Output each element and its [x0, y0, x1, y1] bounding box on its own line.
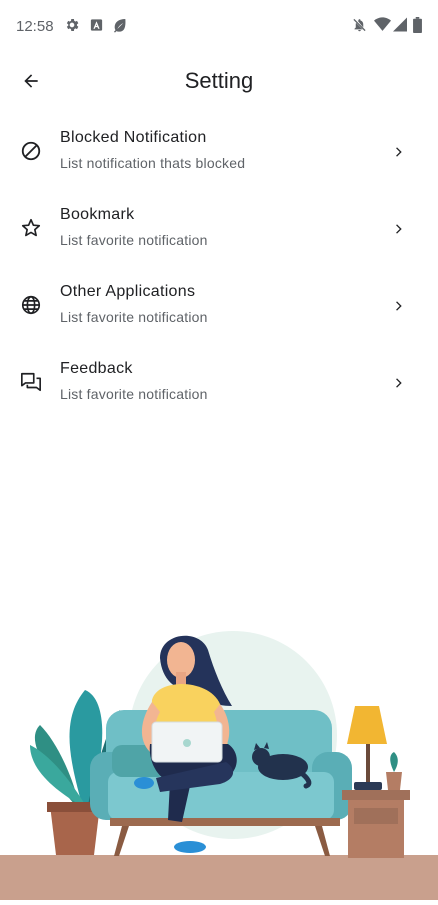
battery-icon: [413, 17, 422, 38]
signal-icon: [393, 17, 407, 37]
bell-off-icon: [352, 17, 367, 38]
gear-icon: [64, 17, 80, 38]
setting-bookmark[interactable]: Bookmark List favorite notification: [0, 195, 438, 272]
item-subtitle: List favorite notification: [60, 386, 208, 402]
item-subtitle: List favorite notification: [60, 232, 208, 248]
leaf-icon: [112, 17, 128, 38]
settings-list: Blocked Notification List notification t…: [0, 118, 438, 426]
item-title: Other Applications: [60, 283, 196, 300]
status-time: 12:58: [16, 18, 54, 35]
illustration: [0, 600, 438, 900]
app-bar: Setting: [0, 54, 438, 110]
wifi-icon: [374, 17, 391, 37]
setting-blocked-notification[interactable]: Blocked Notification List notification t…: [0, 118, 438, 195]
a-box-icon: [89, 17, 104, 38]
chevron-right-icon: [388, 141, 410, 163]
item-title: Feedback: [60, 360, 133, 377]
page-title: Setting: [184, 68, 254, 93]
block-icon: [18, 138, 44, 164]
item-subtitle: List favorite notification: [60, 309, 208, 325]
item-title: Bookmark: [60, 206, 135, 223]
setting-feedback[interactable]: Feedback List favorite notification: [0, 349, 438, 426]
item-subtitle: List notification thats blocked: [60, 155, 246, 171]
globe-icon: [18, 292, 44, 318]
star-outline-icon: [18, 215, 44, 241]
item-title: Blocked Notification: [60, 129, 207, 146]
chevron-right-icon: [388, 372, 410, 394]
chat-bubbles-icon: [18, 369, 44, 395]
woman-on-sofa-illustration: [0, 631, 438, 900]
setting-other-applications[interactable]: Other Applications List favorite notific…: [0, 272, 438, 349]
chevron-right-icon: [388, 295, 410, 317]
status-bar: 12:58: [0, 0, 438, 54]
chevron-right-icon: [388, 218, 410, 240]
